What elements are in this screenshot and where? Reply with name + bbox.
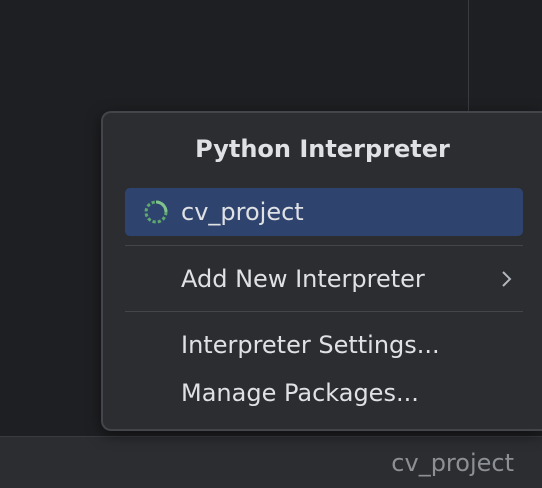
status-bar: cv_project [0,436,542,488]
interpreter-item-label: cv_project [181,198,304,226]
python-interpreter-popup: Python Interpreter cv_project Add New In… [101,111,542,431]
editor-divider [468,0,469,112]
interpreter-settings-item[interactable]: Interpreter Settings... [125,324,523,366]
add-new-interpreter-item[interactable]: Add New Interpreter [125,258,523,300]
separator [125,311,523,312]
manage-packages-item[interactable]: Manage Packages... [125,372,523,414]
status-bar-interpreter-widget[interactable]: cv_project [391,449,514,477]
separator [125,245,523,246]
loading-spinner-icon [144,200,168,224]
manage-packages-label: Manage Packages... [181,379,419,407]
chevron-right-icon [502,271,512,287]
popup-title: Python Interpreter [195,135,450,163]
interpreter-item-cv-project[interactable]: cv_project [125,188,523,236]
interpreter-settings-label: Interpreter Settings... [181,331,440,359]
add-new-interpreter-label: Add New Interpreter [181,265,425,293]
